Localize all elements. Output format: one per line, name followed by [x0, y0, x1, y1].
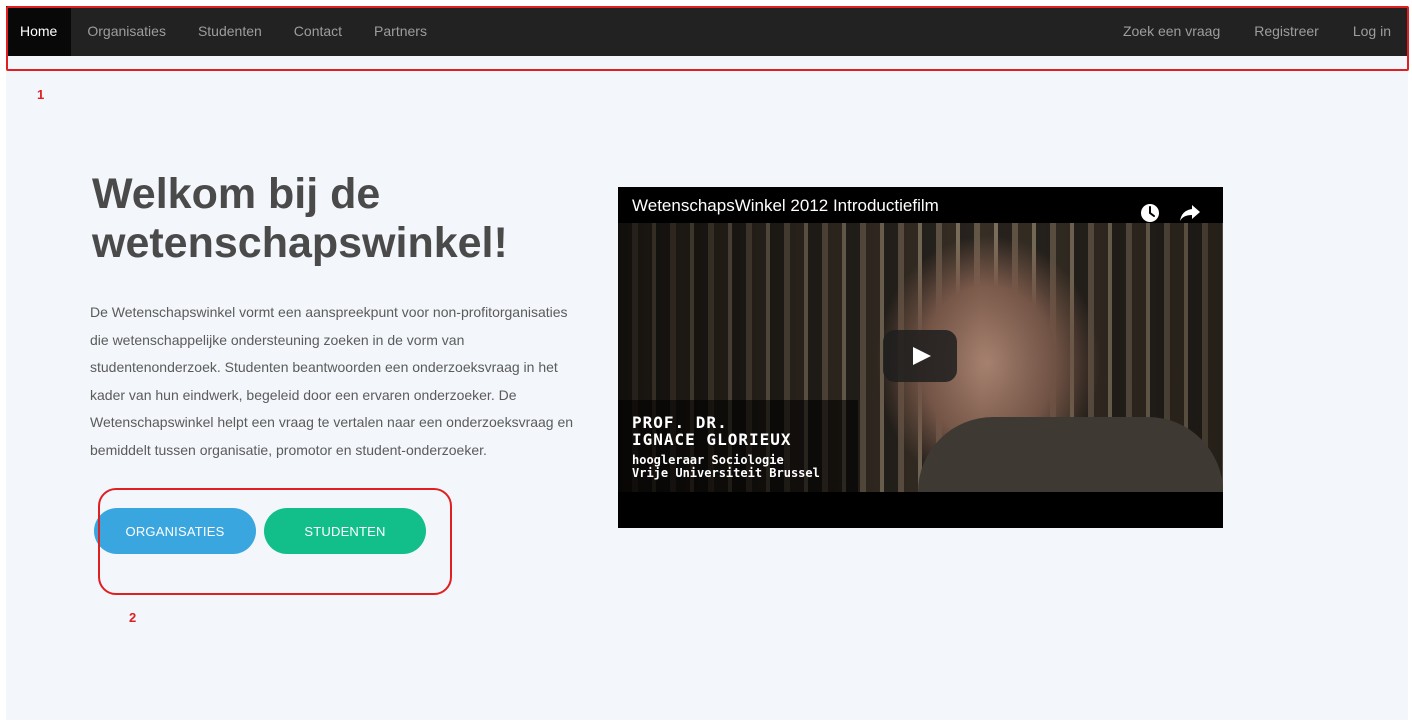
hero-title: Welkom bij de wetenschapswinkel!: [92, 170, 508, 267]
video-person-shape: [918, 417, 1223, 492]
play-icon: [913, 347, 931, 365]
speaker-name: IGNACE GLORIEUX: [632, 430, 792, 449]
video-title[interactable]: WetenschapsWinkel 2012 Introductiefilm: [632, 196, 939, 216]
hero-description: De Wetenschapswinkel vormt een aanspreek…: [90, 304, 574, 458]
annotation-label-2: 2: [129, 610, 137, 625]
annotation-box-1: [6, 6, 1409, 71]
share-icon[interactable]: [1179, 204, 1201, 222]
video-title-bar: WetenschapsWinkel 2012 Introductiefilm: [618, 187, 1223, 223]
annotation-box-2: [98, 488, 452, 595]
clock-icon[interactable]: [1140, 203, 1160, 223]
annotation-label-1: 1: [37, 87, 45, 102]
play-button[interactable]: [883, 330, 957, 382]
speaker-affiliation: Vrije Universiteit Brussel: [632, 466, 820, 480]
video-player[interactable]: WetenschapsWinkel 2012 Introductiefilm P…: [618, 187, 1223, 528]
speaker-title: PROF. DR.: [632, 413, 728, 432]
